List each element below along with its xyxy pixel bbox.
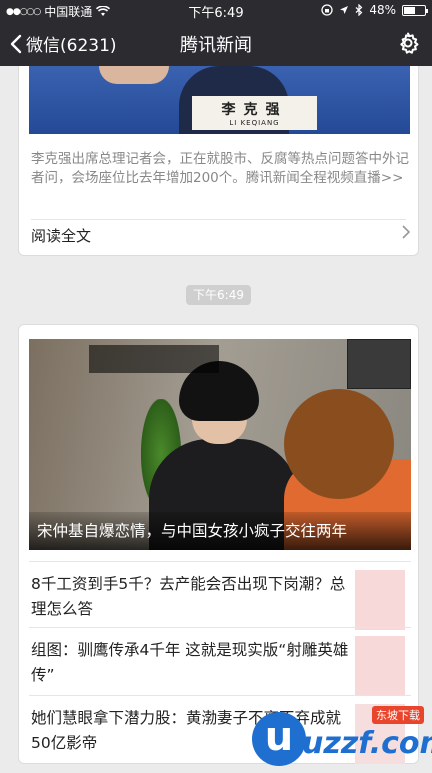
location-arrow-icon — [340, 6, 349, 14]
message-time-badge: 下午6:49 — [186, 285, 251, 305]
nameplate-en: LI KEQIANG — [229, 119, 280, 127]
watermark-tag: 东坡下载 — [372, 706, 424, 724]
news-digest-card: 宋仲基自爆恋情，与中国女孩小疯子交往两年 8千工资到手5千？去产能会否出现下岗潮… — [18, 324, 419, 764]
read-more-link[interactable]: 阅读全文 — [31, 225, 91, 246]
gear-icon[interactable] — [396, 31, 420, 55]
card-divider — [31, 219, 406, 220]
status-bar: ●●○○○ 中国联通 下午6:49 48% — [0, 0, 432, 21]
orientation-lock-icon — [321, 4, 333, 16]
back-label: 微信(6231) — [26, 36, 117, 56]
list-item-thumbnail — [355, 636, 405, 696]
status-right: 48% — [321, 3, 428, 17]
back-button[interactable]: 微信(6231) — [10, 31, 117, 56]
battery-icon — [402, 4, 428, 16]
chevron-left-icon — [10, 34, 22, 53]
list-item-title: 组图：驯鹰传承4千年 这就是现实版“射雕英雄传” — [31, 641, 349, 684]
battery-percent: 48% — [369, 3, 396, 17]
list-item-title: 8千工资到手5千？去产能会否出现下岗潮？总理怎么答 — [31, 575, 346, 618]
list-item[interactable]: 8千工资到手5千？去产能会否出现下岗潮？总理怎么答 — [29, 561, 411, 630]
image-hand — [99, 66, 169, 84]
chevron-right-icon — [402, 225, 411, 243]
news-card-premier[interactable]: 李克强 LI KEQIANG 李克强出席总理记者会，正在就股市、反腐等热点问题答… — [18, 66, 419, 256]
watermark-logo: u — [252, 712, 306, 766]
bluetooth-icon — [355, 4, 363, 16]
list-item[interactable]: 组图：驯鹰传承4千年 这就是现实版“射雕英雄传” — [29, 627, 411, 696]
site-watermark: u uzzf.com 东坡下载 — [252, 706, 432, 770]
image-inset — [347, 339, 411, 389]
watermark-text: uzzf.com — [302, 726, 432, 761]
article-image-press-conference[interactable]: 李克强 LI KEQIANG — [29, 66, 410, 134]
image-nameplate: 李克强 LI KEQIANG — [192, 96, 317, 130]
tv-logo — [89, 345, 219, 373]
hero-caption: 宋仲基自爆恋情，与中国女孩小疯子交往两年 — [37, 522, 348, 540]
nameplate-cn: 李克强 — [221, 102, 288, 118]
list-item-thumbnail — [355, 570, 405, 630]
hero-article[interactable]: 宋仲基自爆恋情，与中国女孩小疯子交往两年 — [29, 339, 411, 550]
nav-bar: 微信(6231) 腾讯新闻 — [0, 20, 432, 66]
article-summary: 李克强出席总理记者会，正在就股市、反腐等热点问题答中外记者问，会场座位比去年增加… — [31, 151, 409, 186]
